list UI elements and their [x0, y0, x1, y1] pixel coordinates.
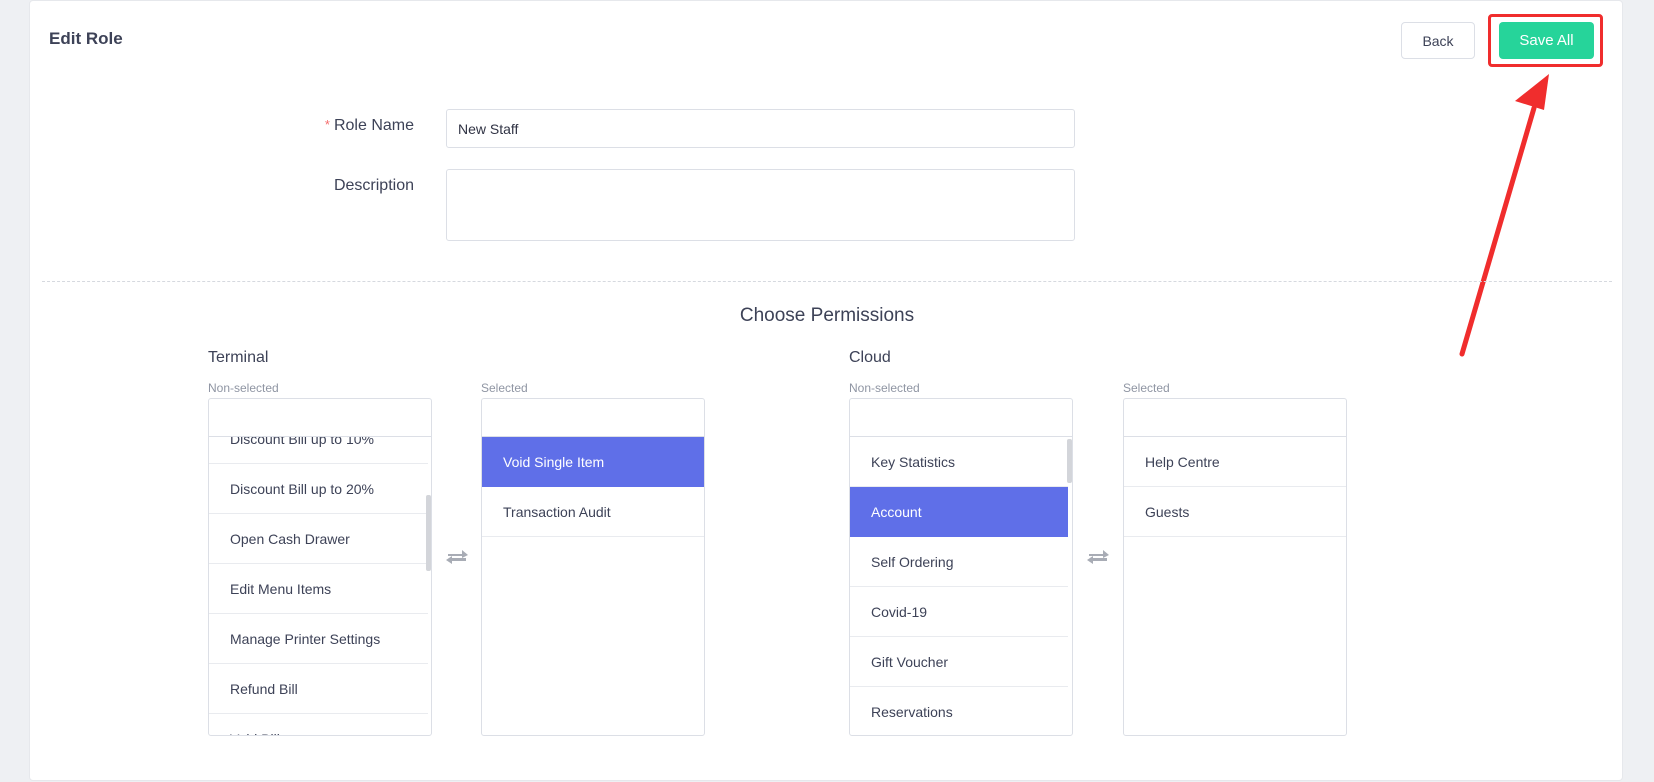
list-item[interactable]: Key Statistics [850, 437, 1068, 487]
terminal-selected-filter[interactable] [482, 399, 704, 437]
role-name-input[interactable] [446, 109, 1075, 148]
cloud-selected-list: Help Centre Guests [1123, 398, 1347, 736]
cloud-nonselected-list: Key Statistics Account Self Ordering Cov… [849, 398, 1073, 736]
cloud-nonselected-label: Non-selected [849, 381, 920, 395]
list-item[interactable]: Gift Voucher [850, 637, 1068, 687]
list-item[interactable]: Guests [1124, 487, 1346, 537]
description-textarea[interactable] [446, 169, 1075, 241]
terminal-nonselected-list: Discount Bill up to 10% Discount Bill up… [208, 398, 432, 736]
list-item[interactable]: Self Ordering [850, 537, 1068, 587]
cloud-selected-items[interactable]: Help Centre Guests [1124, 437, 1346, 735]
cloud-selected-filter[interactable] [1124, 399, 1346, 437]
list-item[interactable]: Discount Bill up to 10% [209, 437, 428, 464]
list-item[interactable]: Void Single Item [482, 437, 704, 487]
permissions-title: Choose Permissions [739, 305, 915, 326]
list-item[interactable]: Void Bill [209, 714, 428, 735]
terminal-nonselected-filter[interactable] [209, 399, 431, 437]
swap-arrows-icon[interactable] [445, 546, 469, 566]
required-star: * [324, 117, 330, 132]
list-item[interactable]: Edit Menu Items [209, 564, 428, 614]
terminal-nonselected-items[interactable]: Discount Bill up to 10% Discount Bill up… [209, 437, 431, 735]
cloud-nonselected-filter[interactable] [850, 399, 1072, 437]
list-item[interactable]: Help Centre [1124, 437, 1346, 487]
cloud-selected-label: Selected [1123, 381, 1170, 395]
terminal-title: Terminal [208, 349, 269, 366]
terminal-selected-items[interactable]: Void Single Item Transaction Audit [482, 437, 704, 735]
terminal-selected-list: Void Single Item Transaction Audit [481, 398, 705, 736]
terminal-selected-label: Selected [481, 381, 528, 395]
section-divider [42, 281, 1612, 282]
scrollbar-thumb[interactable] [426, 495, 431, 571]
annotation-highlight-box [1488, 14, 1603, 67]
swap-arrows-icon[interactable] [1086, 546, 1110, 566]
role-name-label: * Role Name [300, 117, 414, 135]
list-item[interactable]: Manage Printer Settings [209, 614, 428, 664]
list-item[interactable]: Discount Bill up to 20% [209, 464, 428, 514]
role-name-label-text: Role Name [333, 117, 414, 134]
scrollbar-thumb[interactable] [1067, 439, 1072, 483]
list-item[interactable]: Open Cash Drawer [209, 514, 428, 564]
list-item[interactable]: Refund Bill [209, 664, 428, 714]
back-button[interactable]: Back [1401, 22, 1475, 59]
list-item[interactable]: Covid-19 [850, 587, 1068, 637]
description-label: Description [333, 177, 414, 194]
list-item[interactable]: Account [850, 487, 1068, 537]
cloud-title: Cloud [849, 349, 891, 366]
page-title: Edit Role [49, 29, 123, 48]
list-item[interactable]: Transaction Audit [482, 487, 704, 537]
list-item[interactable]: Reservations [850, 687, 1068, 735]
terminal-nonselected-label: Non-selected [208, 381, 279, 395]
cloud-nonselected-items[interactable]: Key Statistics Account Self Ordering Cov… [850, 437, 1072, 735]
